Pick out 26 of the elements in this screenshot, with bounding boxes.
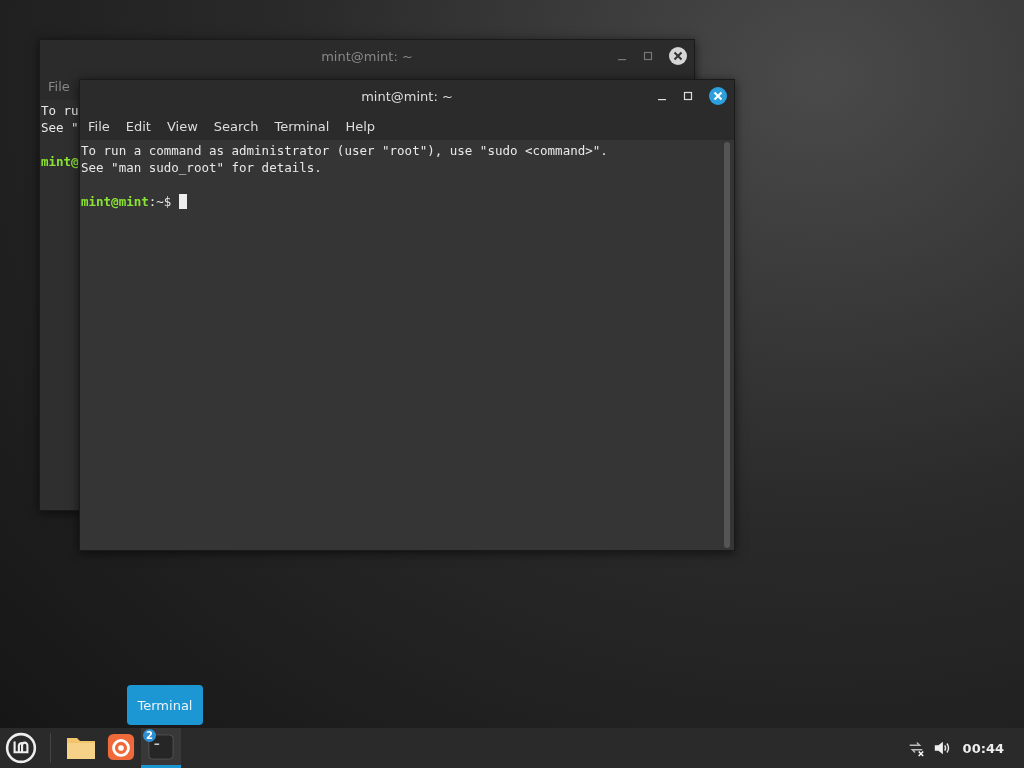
- menu-item[interactable]: View: [166, 118, 198, 134]
- terminal-output-line: To run a command as administrator (user "root"), use "sudo <command>".: [81, 142, 608, 159]
- terminal-output-line: See "man sudo_root" for details.: [81, 159, 322, 176]
- tooltip: Terminal: [127, 685, 203, 725]
- window-title: mint@mint: ~: [361, 88, 453, 104]
- menu-item[interactable]: Edit: [125, 118, 151, 134]
- terminal-output-line: To ru: [41, 102, 79, 119]
- clock[interactable]: 00:44: [962, 740, 1004, 756]
- close-icon[interactable]: [708, 86, 728, 106]
- menu-item[interactable]: Search: [213, 118, 259, 134]
- menu-item[interactable]: Terminal: [274, 118, 330, 134]
- menu-item[interactable]: File: [48, 78, 70, 94]
- prompt-user: mint@: [41, 153, 79, 170]
- prompt-user: mint@mint: [81, 193, 149, 210]
- volume-icon[interactable]: [932, 739, 951, 757]
- window-title: mint@mint: ~: [321, 48, 413, 64]
- menu-logo-icon[interactable]: [5, 732, 37, 764]
- window-count-badge: 2: [143, 729, 156, 742]
- terminal-icon: [146, 732, 176, 761]
- prompt-path: :~$: [148, 193, 172, 210]
- browser-icon: [106, 732, 136, 761]
- taskbar-app[interactable]: 2: [141, 728, 181, 768]
- terminal-output-line: See ": [41, 119, 79, 136]
- menu-item[interactable]: File: [88, 118, 110, 134]
- close-icon[interactable]: [668, 46, 688, 66]
- menu-item[interactable]: Help: [345, 118, 376, 134]
